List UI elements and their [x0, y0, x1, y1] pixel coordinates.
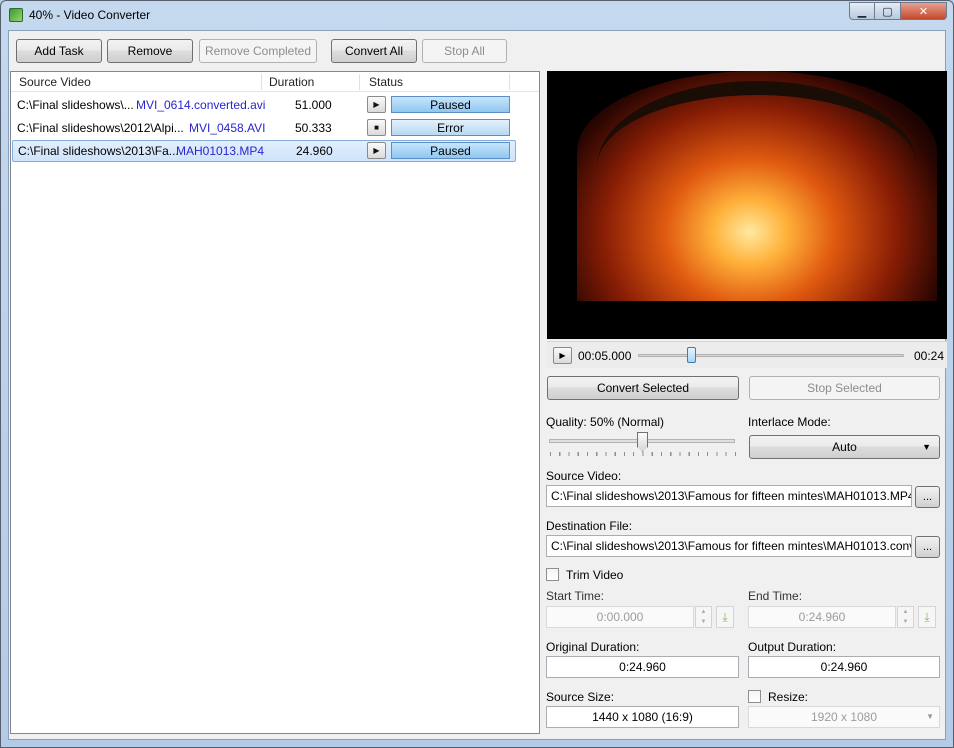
- chevron-down-icon: ▼: [922, 442, 931, 452]
- row-path: C:\Final slideshows\2012\Alpi...: [17, 121, 184, 135]
- task-list[interactable]: Source Video Duration Status C:\Final sl…: [10, 71, 540, 734]
- play-icon[interactable]: ▶: [553, 347, 572, 364]
- quality-slider-ticks: [550, 452, 736, 456]
- set-start-icon[interactable]: ⤓: [716, 606, 734, 628]
- play-icon[interactable]: ▶: [367, 96, 386, 113]
- app-icon: [9, 8, 23, 22]
- seek-thumb[interactable]: [687, 347, 697, 363]
- trim-video-label[interactable]: Trim Video: [566, 568, 623, 582]
- video-frame-fire: [577, 71, 937, 301]
- seek-track[interactable]: [638, 354, 904, 357]
- spin-down-icon[interactable]: ▼: [898, 617, 913, 627]
- playback-bar: ▶ 00:05.000 00:24: [547, 341, 947, 368]
- video-letterbox: [547, 317, 947, 339]
- stop-icon[interactable]: ■: [367, 119, 386, 136]
- end-time-spinner[interactable]: ▲ ▼: [897, 606, 914, 628]
- interlace-dropdown[interactable]: Auto ▼: [749, 435, 940, 459]
- table-row[interactable]: C:\Final slideshows\2012\Alpi... MVI_045…: [12, 117, 516, 139]
- chevron-down-icon: ▼: [926, 712, 934, 721]
- source-size-label: Source Size:: [546, 690, 615, 704]
- spin-up-icon[interactable]: ▲: [696, 607, 711, 617]
- stop-all-button[interactable]: Stop All: [422, 39, 507, 63]
- row-duration: 51.000: [295, 98, 332, 112]
- row-path: C:\Final slideshows\2013\Fa...: [18, 144, 179, 158]
- source-size-field: 1440 x 1080 (16:9): [546, 706, 739, 728]
- convert-all-button[interactable]: Convert All: [331, 39, 417, 63]
- row-file: MVI_0458.AVI: [189, 121, 266, 135]
- resize-checkbox[interactable]: [748, 690, 761, 703]
- end-time-field[interactable]: 0:24.960: [748, 606, 896, 628]
- current-time: 00:05.000: [578, 349, 632, 363]
- convert-selected-button[interactable]: Convert Selected: [547, 376, 739, 400]
- status-progress: Error: [391, 119, 510, 136]
- output-duration-label: Output Duration:: [748, 640, 837, 654]
- end-time: 00:24: [914, 349, 945, 363]
- row-file: MAH01013.MP4: [176, 144, 265, 158]
- stop-selected-button[interactable]: Stop Selected: [749, 376, 940, 400]
- window-title: 40% - Video Converter: [29, 8, 151, 22]
- destination-browse-button[interactable]: ...: [915, 536, 940, 558]
- quality-slider-thumb[interactable]: [637, 432, 648, 452]
- column-separator[interactable]: [359, 74, 360, 90]
- table-row[interactable]: C:\Final slideshows\... MVI_0614.convert…: [12, 94, 516, 116]
- add-task-button[interactable]: Add Task: [16, 39, 102, 63]
- resize-dropdown[interactable]: 1920 x 1080 ▼: [748, 706, 940, 728]
- play-icon[interactable]: ▶: [367, 142, 386, 159]
- start-time-label: Start Time:: [546, 589, 605, 603]
- source-video-field[interactable]: C:\Final slideshows\2013\Famous for fift…: [546, 485, 912, 507]
- title-bar[interactable]: 40% - Video Converter ▁ ▢ ✕: [1, 1, 953, 29]
- video-preview[interactable]: [547, 71, 947, 339]
- remove-button[interactable]: Remove: [107, 39, 193, 63]
- column-header-status[interactable]: Status: [369, 75, 403, 89]
- client-area: Add Task Remove Remove Completed Convert…: [8, 30, 947, 740]
- app-window: 40% - Video Converter ▁ ▢ ✕ Add Task Rem…: [0, 0, 954, 748]
- row-path: C:\Final slideshows\...: [17, 98, 134, 112]
- maximize-button[interactable]: ▢: [875, 2, 901, 20]
- source-browse-button[interactable]: ...: [915, 486, 940, 508]
- source-video-label: Source Video:: [546, 469, 622, 483]
- remove-completed-button[interactable]: Remove Completed: [199, 39, 317, 63]
- resize-value: 1920 x 1080: [810, 710, 878, 724]
- set-end-icon[interactable]: ⤓: [918, 606, 936, 628]
- interlace-value: Auto: [832, 440, 857, 454]
- column-header-duration[interactable]: Duration: [269, 75, 314, 89]
- column-separator[interactable]: [261, 74, 262, 90]
- start-time-field[interactable]: 0:00.000: [546, 606, 694, 628]
- row-duration: 24.960: [296, 144, 333, 158]
- spin-down-icon[interactable]: ▼: [696, 617, 711, 627]
- resize-label[interactable]: Resize:: [768, 690, 808, 704]
- trim-video-checkbox[interactable]: [546, 568, 559, 581]
- original-duration-label: Original Duration:: [546, 640, 640, 654]
- column-separator[interactable]: [509, 74, 510, 90]
- table-row-selected[interactable]: C:\Final slideshows\2013\Fa... MAH01013.…: [12, 140, 516, 162]
- status-progress: Paused: [391, 96, 510, 113]
- end-time-label: End Time:: [748, 589, 803, 603]
- destination-label: Destination File:: [546, 519, 633, 533]
- column-header-source[interactable]: Source Video: [19, 75, 91, 89]
- quality-label: Quality: 50% (Normal): [546, 415, 665, 429]
- row-duration: 50.333: [295, 121, 332, 135]
- original-duration-field: 0:24.960: [546, 656, 739, 678]
- destination-field[interactable]: C:\Final slideshows\2013\Famous for fift…: [546, 535, 912, 557]
- start-time-spinner[interactable]: ▲ ▼: [695, 606, 712, 628]
- list-header: Source Video Duration Status: [11, 72, 539, 92]
- details-panel: ▶ 00:05.000 00:24 Convert Selected Stop …: [546, 71, 947, 739]
- status-progress: Paused: [391, 142, 510, 159]
- interlace-label: Interlace Mode:: [748, 415, 831, 429]
- output-duration-field: 0:24.960: [748, 656, 940, 678]
- spin-up-icon[interactable]: ▲: [898, 607, 913, 617]
- close-button[interactable]: ✕: [901, 2, 947, 20]
- row-file: MVI_0614.converted.avi: [136, 98, 266, 112]
- window-controls: ▁ ▢ ✕: [849, 2, 947, 20]
- minimize-button[interactable]: ▁: [849, 2, 875, 20]
